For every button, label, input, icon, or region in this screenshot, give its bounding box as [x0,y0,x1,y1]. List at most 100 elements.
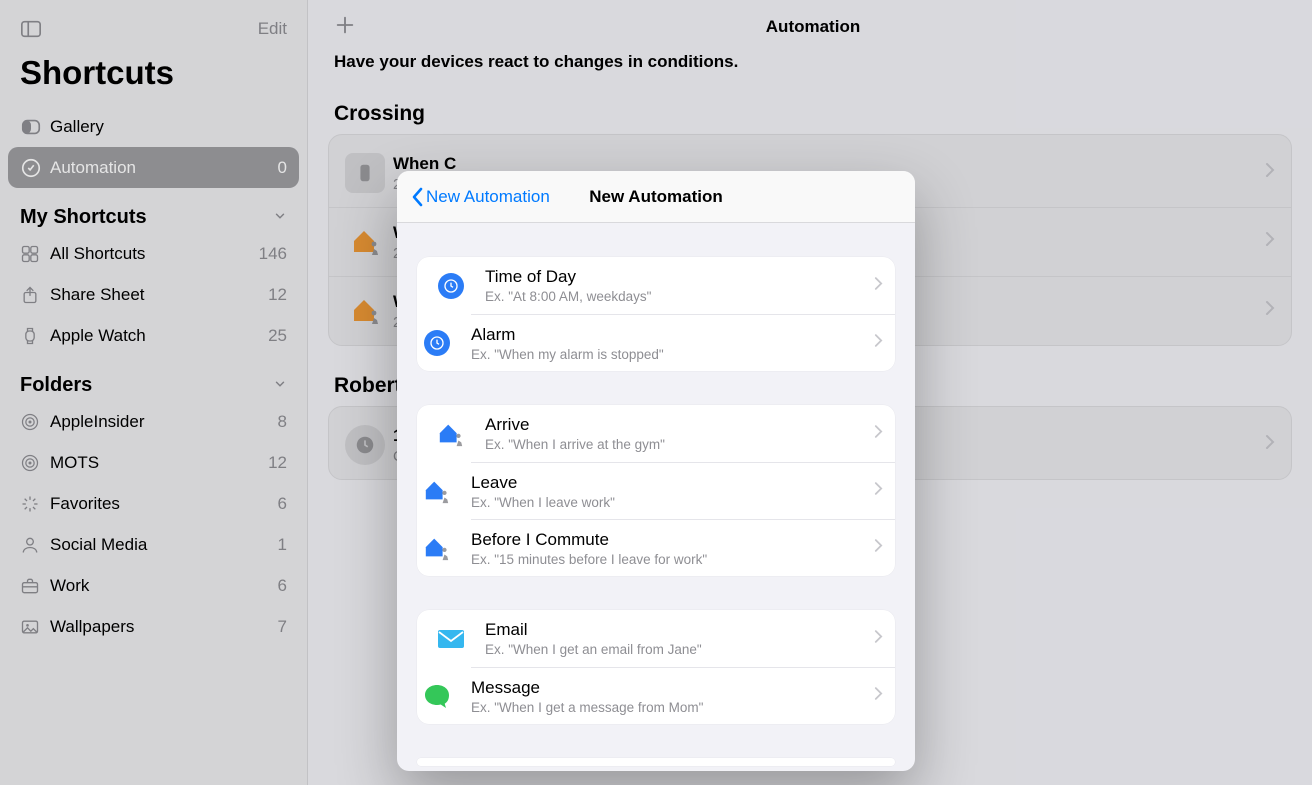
new-automation-modal: New Automation New Automation Time of Da… [397,171,915,771]
trigger-title: Arrive [485,415,874,435]
sidebar-item-label: Favorites [50,494,278,514]
sidebar-item-gallery[interactable]: Gallery [8,106,299,147]
chevron-down-icon [273,209,287,227]
sidebar-folder-favorites[interactable]: Favorites 6 [8,483,299,524]
commute-icon [417,534,457,562]
chevron-right-icon [1265,162,1275,183]
sidebar-toggle-icon[interactable] [20,18,42,40]
sidebar-folder-appleinsider[interactable]: AppleInsider 8 [8,401,299,442]
gallery-icon [20,116,50,138]
sidebar-item-label: Share Sheet [50,285,268,305]
back-label: New Automation [426,187,550,207]
sidebar-item-label: Wallpapers [50,617,278,637]
trigger-sub: Ex. "When I arrive at the gym" [485,437,874,452]
sidebar-section-my-shortcuts[interactable]: My Shortcuts [8,188,299,233]
trigger-sub: Ex. "When my alarm is stopped" [471,347,874,362]
item-count: 1 [278,535,287,555]
sidebar-item-label: Social Media [50,535,278,555]
page-subtitle: Have your devices react to changes in co… [334,52,1292,72]
add-automation-button[interactable] [334,12,356,43]
arrive-icon [431,420,471,448]
arrive-icon [345,222,385,262]
item-count: 12 [268,453,287,473]
sidebar-title: Shortcuts [8,46,299,106]
trigger-title: Message [471,678,874,698]
trigger-message[interactable]: Message Ex. "When I get a message from Mo… [471,667,895,724]
trigger-title: Leave [471,473,874,493]
item-count: 6 [278,576,287,596]
edit-button[interactable]: Edit [258,19,287,39]
podcast-icon [20,453,50,473]
chevron-right-icon [874,276,883,296]
chevron-right-icon [874,538,883,558]
sidebar-folder-wallpapers[interactable]: Wallpapers 7 [8,606,299,647]
mail-icon [431,629,471,649]
trigger-group-communication: Email Ex. "When I get an email from Jane"… [417,610,895,724]
trigger-title: Email [485,620,874,640]
message-icon [417,683,457,709]
chevron-right-icon [1265,231,1275,252]
person-icon [20,535,50,555]
briefcase-icon [20,576,50,596]
item-count: 8 [278,412,287,432]
sidebar-item-label: All Shortcuts [50,244,259,264]
modal-header: New Automation New Automation [397,171,915,223]
sidebar-item-label: Automation [50,158,278,178]
watch-icon [20,326,50,346]
item-count: 6 [278,494,287,514]
sidebar-item-automation[interactable]: Automation 0 [8,147,299,188]
trigger-sub: Ex. "When I get an email from Jane" [485,642,874,657]
chevron-left-icon [411,187,423,207]
trigger-sub: Ex. "When I get a message from Mom" [471,700,874,715]
trigger-group-peek [417,758,895,766]
section-label: Folders [20,374,92,397]
sidebar-item-label: AppleInsider [50,412,278,432]
trigger-sub: Ex. "15 minutes before I leave for work" [471,552,874,567]
trigger-group-time: Time of DayEx. "At 8:00 AM, weekdays" Al… [417,257,895,371]
sidebar-item-share-sheet[interactable]: Share Sheet 12 [8,274,299,315]
grid-icon [20,244,50,264]
leave-icon [417,477,457,505]
share-icon [20,285,50,305]
image-icon [20,617,50,637]
trigger-leave[interactable]: Leave Ex. "When I leave work" [471,462,895,519]
trigger-arrive[interactable]: Arrive Ex. "When I arrive at the gym" [417,405,895,462]
section-header-crossing: Crossing [334,102,1292,126]
sidebar-folder-mots[interactable]: MOTS 12 [8,442,299,483]
section-label: My Shortcuts [20,206,147,229]
sidebar-item-apple-watch[interactable]: Apple Watch 25 [8,315,299,356]
sidebar-section-folders[interactable]: Folders [8,356,299,401]
sidebar-folder-social-media[interactable]: Social Media 1 [8,524,299,565]
sidebar: Edit Shortcuts Gallery Automation 0 My S… [0,0,308,785]
remote-icon [345,153,385,193]
sidebar-item-label: Work [50,576,278,596]
chevron-right-icon [1265,434,1275,455]
trigger-sub: Ex. "At 8:00 AM, weekdays" [485,289,874,304]
trigger-time-of-day[interactable]: Time of DayEx. "At 8:00 AM, weekdays" [417,257,895,314]
trigger-group-location: Arrive Ex. "When I arrive at the gym" Lea… [417,405,895,576]
trigger-before-commute[interactable]: Before I Commute Ex. "15 minutes before I… [471,519,895,576]
chevron-right-icon [874,629,883,649]
clock-icon [431,273,471,299]
sidebar-folder-work[interactable]: Work 6 [8,565,299,606]
automation-count: 0 [278,158,287,178]
page-title: Automation [356,17,1270,37]
loading-icon [20,494,50,514]
item-count: 12 [268,285,287,305]
clock-icon [345,425,385,465]
item-count: 7 [278,617,287,637]
chevron-right-icon [874,333,883,353]
back-button[interactable]: New Automation [411,187,550,207]
chevron-right-icon [1265,300,1275,321]
trigger-title: Alarm [471,325,874,345]
item-count: 25 [268,326,287,346]
trigger-alarm[interactable]: Alarm Ex. "When my alarm is stopped" [471,314,895,371]
trigger-title: Before I Commute [471,530,874,550]
item-count: 146 [259,244,287,264]
trigger-email[interactable]: Email Ex. "When I get an email from Jane" [417,610,895,667]
sidebar-item-label: MOTS [50,453,268,473]
sidebar-item-all-shortcuts[interactable]: All Shortcuts 146 [8,233,299,274]
sidebar-item-label: Apple Watch [50,326,268,346]
automation-icon [20,157,50,179]
trigger-sub: Ex. "When I leave work" [471,495,874,510]
